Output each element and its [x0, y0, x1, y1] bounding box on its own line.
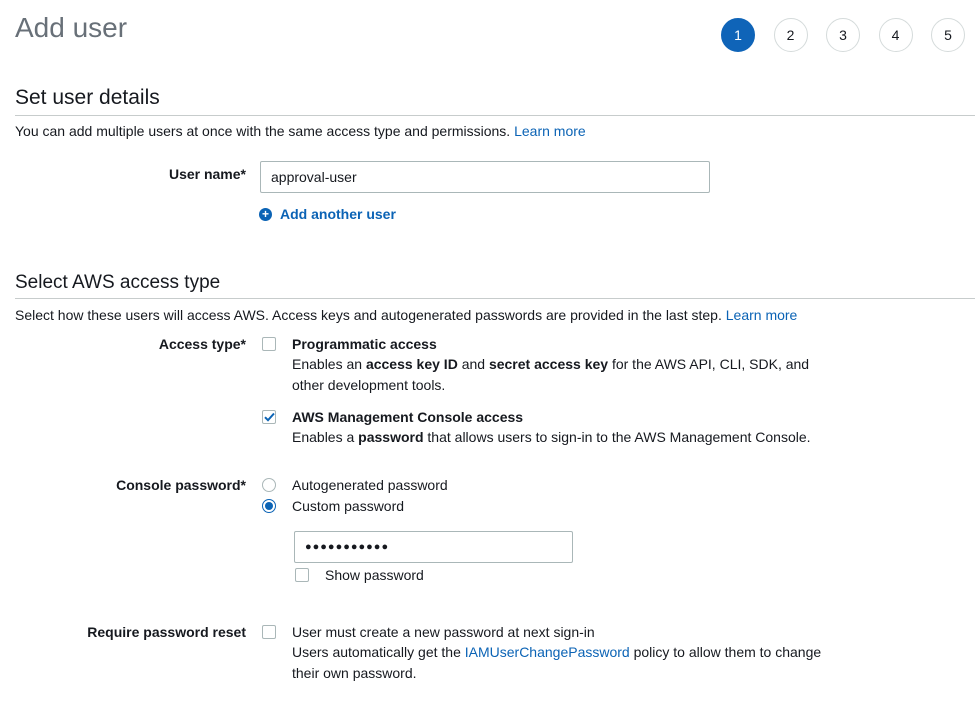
step-3[interactable]: 3 — [826, 18, 860, 52]
user-name-label: User name* — [168, 166, 246, 182]
desc-text: that allows users to sign-in to the AWS … — [423, 429, 811, 445]
access-type-heading: Select AWS access type — [15, 272, 221, 293]
autogenerated-password-label: Autogenerated password — [292, 477, 448, 493]
require-password-reset-title: User must create a new password at next … — [292, 624, 595, 640]
show-password-label: Show password — [325, 567, 424, 583]
user-details-description: You can add multiple users at once with … — [15, 123, 586, 139]
show-password-checkbox[interactable] — [295, 568, 309, 582]
desc-bold: password — [358, 429, 424, 445]
user-name-input[interactable] — [260, 161, 710, 193]
desc-text: Users automatically get the — [292, 644, 465, 660]
programmatic-access-title: Programmatic access — [292, 336, 437, 352]
programmatic-access-checkbox[interactable] — [262, 337, 276, 351]
page-title: Add user — [15, 12, 128, 43]
set-user-details-heading: Set user details — [15, 86, 160, 109]
step-4[interactable]: 4 — [878, 18, 913, 52]
custom-password-label: Custom password — [292, 498, 405, 514]
programmatic-access-description: Enables an access key ID and secret acce… — [292, 354, 832, 396]
desc-text: and — [457, 356, 489, 372]
iam-user-change-password-link[interactable]: IAMUserChangePassword — [465, 644, 630, 660]
custom-password-radio[interactable] — [262, 499, 276, 513]
require-password-reset-description: Users automatically get the IAMUserChang… — [292, 642, 832, 684]
section-divider — [15, 115, 975, 116]
learn-more-link[interactable]: Learn more — [514, 123, 586, 139]
user-details-description-text: You can add multiple users at once with … — [15, 123, 511, 139]
autogenerated-password-radio[interactable] — [262, 478, 276, 492]
add-another-user-button[interactable]: + Add another user — [259, 206, 396, 222]
add-another-user-label: Add another user — [280, 206, 396, 222]
console-access-description: Enables a password that allows users to … — [292, 427, 832, 448]
desc-text: Enables a — [292, 429, 359, 445]
plus-circle-icon: + — [259, 207, 272, 221]
access-type-label: Access type* — [158, 336, 246, 352]
console-access-checkbox[interactable] — [262, 410, 276, 424]
desc-text: Enables an — [292, 356, 366, 372]
require-password-reset-checkbox[interactable] — [262, 625, 276, 639]
console-password-label: Console password* — [116, 477, 246, 493]
step-2[interactable]: 2 — [773, 18, 808, 52]
section-divider — [15, 298, 975, 299]
step-1[interactable]: 1 — [721, 18, 755, 52]
desc-bold: secret access key — [488, 356, 609, 372]
wizard-steps: 1 2 3 4 5 — [721, 18, 965, 52]
custom-password-input[interactable] — [294, 531, 573, 563]
learn-more-link[interactable]: Learn more — [726, 307, 798, 323]
require-password-reset-label: Require password reset — [87, 624, 246, 640]
access-type-description: Select how these users will access AWS. … — [15, 307, 797, 323]
checkmark-icon — [263, 412, 275, 422]
desc-bold: access key ID — [365, 356, 458, 372]
step-5[interactable]: 5 — [931, 18, 965, 52]
console-access-title: AWS Management Console access — [292, 409, 524, 425]
access-type-description-text: Select how these users will access AWS. … — [15, 307, 722, 323]
radio-selected-dot — [265, 502, 273, 510]
